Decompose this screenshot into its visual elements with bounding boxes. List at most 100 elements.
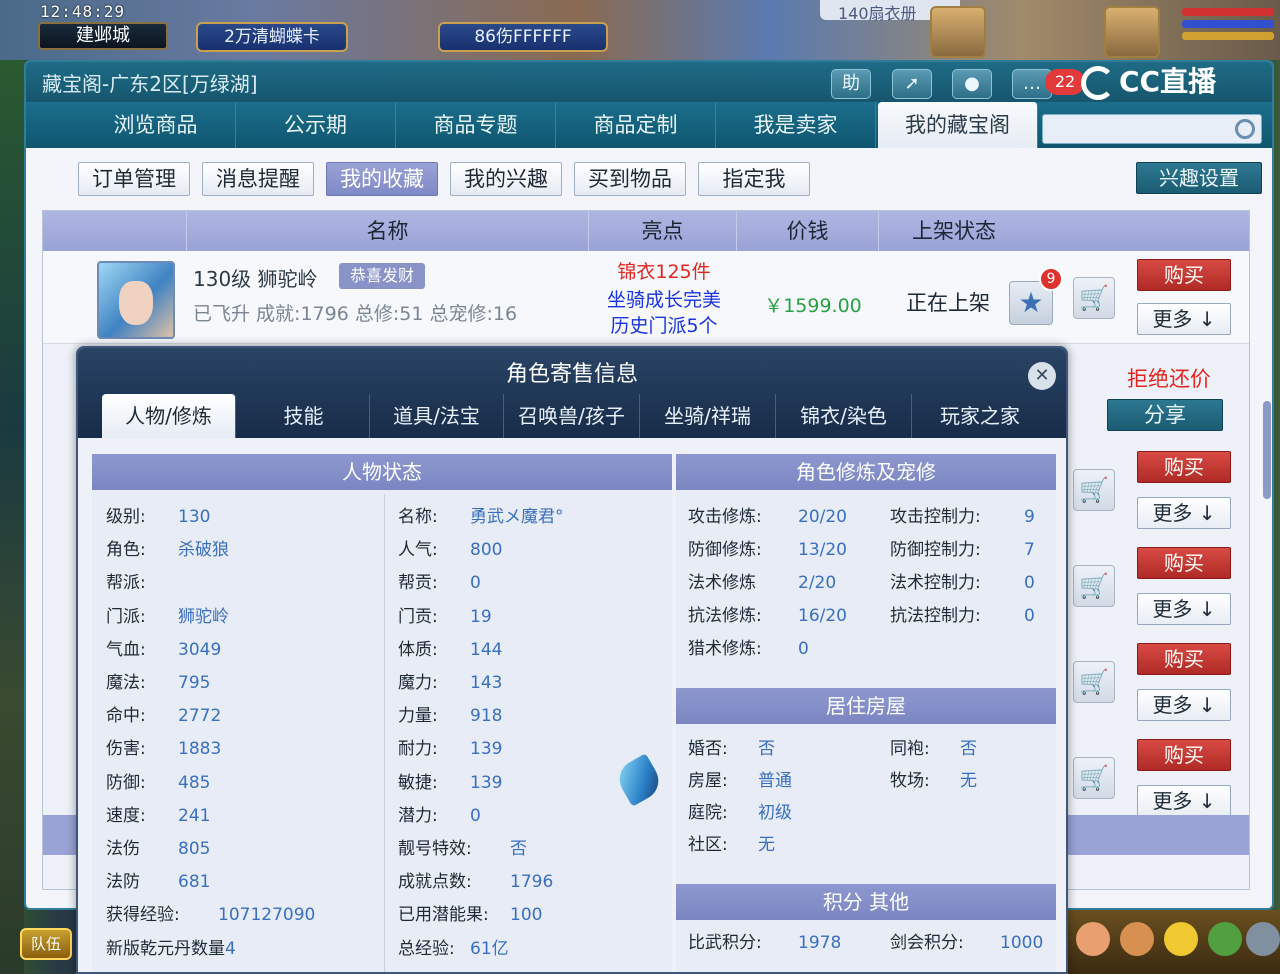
info-value: 100 [510, 905, 543, 926]
list-header: 名称 亮点 价钱 上架状态 [43, 211, 1249, 251]
window-titlebar: 藏宝阁-广东2区[万绿湖] 助 ➚ ● … 22 CC直播 [26, 62, 1272, 102]
tab-my-cangbaoge[interactable]: 我的藏宝阁 [878, 102, 1038, 148]
tab-mounts[interactable]: 坐骑/祥瑞 [640, 394, 776, 438]
buy-button[interactable]: 购买 [1137, 259, 1231, 291]
subtab-interests[interactable]: 我的兴趣 [450, 162, 562, 196]
info-row: 新版乾元丹数量4 [106, 934, 236, 959]
player-portrait[interactable] [1104, 6, 1160, 58]
notification-count: 22 [1045, 69, 1085, 95]
col-name: 名称 [187, 211, 589, 251]
info-key: 魔法: [106, 673, 146, 693]
smiley-icon[interactable] [1164, 922, 1198, 956]
more-button[interactable]: 更多 ↓ [1137, 497, 1231, 529]
handshake-icon[interactable] [1120, 922, 1154, 956]
tab-home[interactable]: 玩家之家 [912, 394, 1048, 438]
info-row: 角色: 杀破狼 [106, 535, 229, 560]
interest-settings-button[interactable]: 兴趣设置 [1136, 162, 1262, 194]
subtab-bought[interactable]: 买到物品 [574, 162, 686, 196]
team-button[interactable]: 队伍 [20, 928, 72, 960]
more-button[interactable]: 更多 ↓ [1137, 689, 1231, 721]
item-status: 正在上架 [906, 291, 990, 315]
info-value: 0 [798, 639, 809, 659]
cart-icon[interactable]: 🛒 [1073, 661, 1115, 703]
info-row: 门贡: 19 [398, 602, 492, 627]
more-button[interactable]: 更多 ↓ [1137, 593, 1231, 625]
menu-icon[interactable] [1246, 922, 1280, 956]
sub-tabs: 订单管理 消息提醒 我的收藏 我的兴趣 买到物品 指定我 兴趣设置 [26, 148, 1272, 208]
cc-live-label: CC直播 [1119, 65, 1217, 98]
search-icon[interactable] [1235, 119, 1255, 139]
info-key: 攻击修炼: [688, 507, 762, 527]
info-value: 1883 [178, 739, 222, 760]
tab-items[interactable]: 道具/法宝 [370, 394, 504, 438]
tab-custom[interactable]: 商品定制 [556, 102, 716, 148]
game-activity-button[interactable]: 2万清蝴蝶卡 [196, 22, 348, 52]
buy-button[interactable]: 购买 [1137, 547, 1231, 579]
info-value: 0 [470, 805, 481, 826]
info-row: 伤害: 1883 [106, 734, 221, 759]
status-title: 人物状态 [92, 454, 672, 490]
subtab-favorites[interactable]: 我的收藏 [326, 162, 438, 196]
buy-button[interactable]: 购买 [1137, 451, 1231, 483]
tab-browse[interactable]: 浏览商品 [76, 102, 236, 148]
share-button[interactable]: 分享 [1107, 399, 1223, 431]
character-portrait[interactable] [97, 261, 175, 339]
info-value: 7 [1024, 540, 1035, 560]
info-value: 初级 [758, 803, 792, 823]
close-icon[interactable]: ✕ [1028, 362, 1056, 390]
info-key: 社区: [688, 835, 728, 855]
tab-seller[interactable]: 我是卖家 [716, 102, 876, 148]
more-button[interactable]: 更多 ↓ [1137, 785, 1231, 817]
list-item[interactable]: 130级 狮驼岭 恭喜发财 已飞升 成就:1796 总修:51 总宠修:16 锦… [43, 251, 1249, 343]
info-row: 攻击修炼: 20/20 [688, 502, 847, 527]
help-button[interactable]: 助 [831, 69, 871, 99]
info-key: 命中: [106, 706, 146, 727]
cart-icon[interactable]: 🛒 [1073, 757, 1115, 799]
buy-button[interactable]: 购买 [1137, 739, 1231, 771]
item-name[interactable]: 130级 狮驼岭 [193, 263, 318, 292]
cart-icon[interactable]: 🛒 [1073, 469, 1115, 511]
col-status: 上架状态 [912, 219, 996, 243]
info-key: 魔力: [398, 673, 438, 693]
info-value: 241 [178, 805, 211, 826]
game-bottom-toolbar [1066, 910, 1280, 974]
info-value: 800 [470, 540, 503, 561]
tab-public[interactable]: 公示期 [236, 102, 396, 148]
info-key: 房屋: [688, 771, 728, 791]
tab-character[interactable]: 人物/修炼 [102, 394, 236, 438]
info-row: 剑会积分: 1000 [890, 928, 1043, 953]
cart-icon[interactable]: 🛒 [1073, 277, 1115, 319]
search-input[interactable] [1042, 114, 1262, 144]
share-icon[interactable]: ➚ [892, 69, 932, 99]
buy-button[interactable]: 购买 [1137, 643, 1231, 675]
scrollbar[interactable] [1263, 401, 1271, 499]
info-key: 防御控制力: [890, 540, 981, 560]
record-icon[interactable]: ● [952, 69, 992, 99]
subtab-messages[interactable]: 消息提醒 [202, 162, 314, 196]
info-row: 体质: 144 [398, 635, 502, 660]
info-value: 13/20 [798, 540, 847, 560]
game-activity-button-2[interactable]: 86伤FFFFFF [438, 22, 608, 52]
info-value: 2/20 [798, 573, 837, 593]
info-key: 婚否: [688, 739, 728, 759]
more-button[interactable]: 更多 ↓ [1137, 303, 1231, 335]
subtab-orders[interactable]: 订单管理 [78, 162, 190, 196]
col-price: 价钱 [737, 211, 879, 251]
system-icon[interactable] [1208, 922, 1242, 956]
info-row: 级别: 130 [106, 502, 210, 527]
tab-skills[interactable]: 技能 [238, 394, 370, 438]
tab-topics[interactable]: 商品专题 [396, 102, 556, 148]
subtab-assigned[interactable]: 指定我 [698, 162, 810, 196]
peach-icon[interactable] [1076, 922, 1110, 956]
city-name[interactable]: 建邺城 [38, 22, 168, 50]
cart-icon[interactable]: 🛒 [1073, 565, 1115, 607]
info-row: 法术控制力: 0 [890, 568, 1035, 593]
tab-outfits[interactable]: 锦衣/染色 [776, 394, 912, 438]
info-value: 795 [178, 673, 211, 693]
info-key: 猎术修炼: [688, 639, 762, 659]
info-value: 130 [178, 507, 211, 527]
house-title: 居住房屋 [676, 688, 1056, 724]
tab-pets[interactable]: 召唤兽/孩子 [504, 394, 640, 438]
pet-portrait[interactable] [930, 6, 986, 58]
info-key: 速度: [106, 805, 146, 826]
